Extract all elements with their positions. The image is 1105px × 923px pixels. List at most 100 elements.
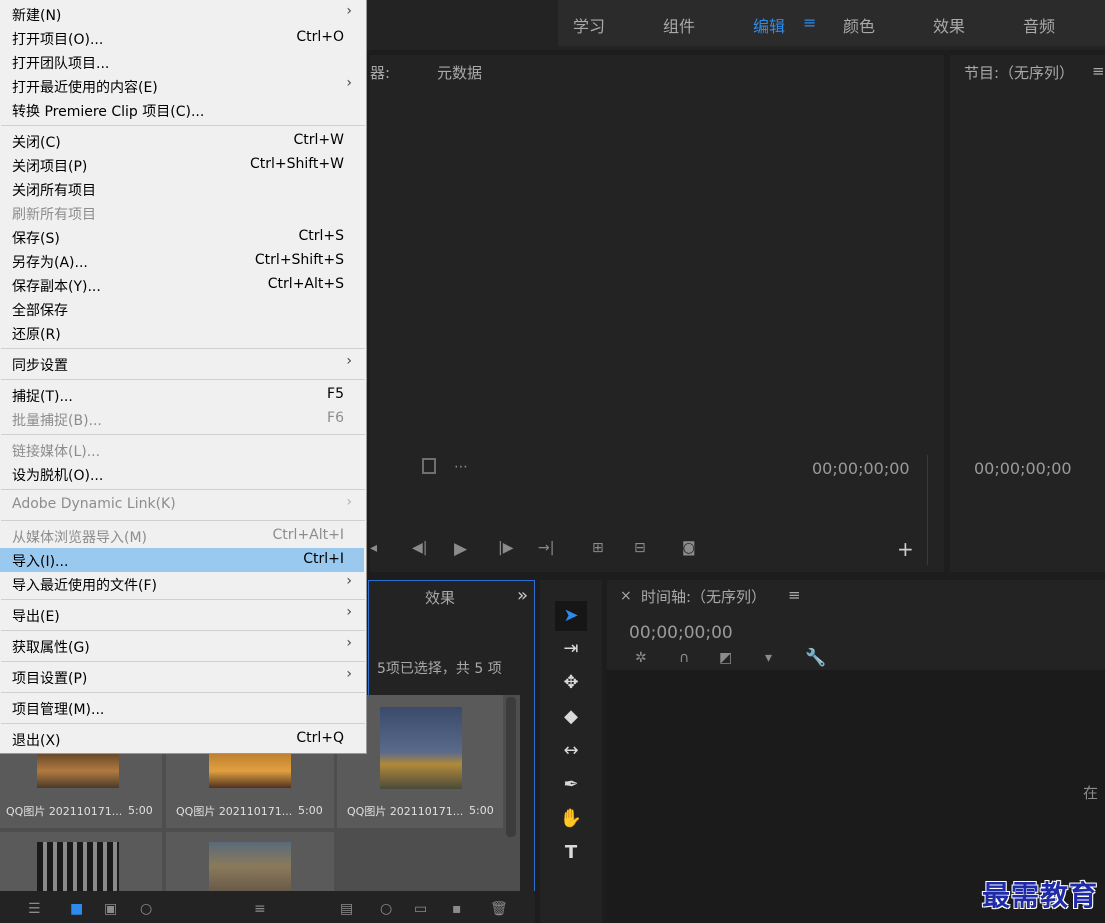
go-to-out-icon[interactable]: →|	[538, 540, 554, 556]
list-item[interactable]: QQ图片 202110171... 5:00	[0, 754, 162, 828]
menu-item-open-recent[interactable]: 打开最近使用的内容(E) ›	[0, 74, 364, 98]
menu-item-revert[interactable]: 还原(R)	[0, 321, 364, 345]
menu-item-refresh-all-projects[interactable]: 刷新所有项目	[0, 201, 364, 225]
nest-icon[interactable]: ✲	[635, 650, 647, 666]
menu-item-open-team-project[interactable]: 打开团队项目...	[0, 50, 364, 74]
linked-selection-icon[interactable]: ◩	[719, 650, 732, 666]
list-item[interactable]: QQ图片 202110171... 5:00	[166, 754, 334, 828]
workspace-tab-color[interactable]: 颜色	[843, 13, 875, 37]
new-bin-icon[interactable]: ▭	[414, 901, 427, 917]
list-item[interactable]	[166, 832, 334, 891]
menu-item-exit[interactable]: 退出(X) Ctrl+Q	[0, 727, 364, 751]
workspace-tab-audio[interactable]: 音频	[1023, 13, 1055, 37]
add-marker-icon[interactable]: ▾	[765, 650, 772, 666]
ripple-edit-tool-icon[interactable]: ✥	[555, 668, 587, 698]
workspace-tab-effects[interactable]: 效果	[933, 13, 965, 37]
menu-item-sync-settings[interactable]: 同步设置 ›	[0, 352, 364, 376]
menu-item-get-properties[interactable]: 获取属性(G) ›	[0, 634, 364, 658]
chevron-right-icon: ›	[346, 635, 352, 651]
overwrite-icon[interactable]: ⊟	[634, 540, 646, 556]
chevron-right-icon: ›	[346, 666, 352, 682]
menu-item-batch-capture[interactable]: 批量捕捉(B)... F6	[0, 407, 364, 431]
snap-magnet-icon[interactable]: ∩	[679, 650, 689, 666]
program-monitor-panel: 节目:（无序列） ≡ 00;00;00;00	[950, 55, 1105, 572]
sort-icon[interactable]: ≡	[254, 901, 266, 917]
new-item-icon[interactable]: ▪	[452, 901, 462, 917]
menu-item-save-all[interactable]: 全部保存	[0, 297, 364, 321]
tab-metadata[interactable]: 元数据	[437, 62, 482, 83]
program-panel-title[interactable]: 节目:（无序列）	[964, 62, 1074, 83]
menu-item-dynamic-link[interactable]: Adobe Dynamic Link(K) ›	[0, 493, 364, 517]
source-monitor-panel: 器: 元数据 ⋯ 00;00;00;00 ◂ ◀| ▶ |▶ →| ⊞ ⊟ ◙ …	[370, 55, 944, 572]
source-panel-title[interactable]: 器:	[370, 62, 390, 83]
menu-separator	[1, 379, 365, 380]
item-name: QQ图片 202110171...	[176, 805, 293, 818]
menu-separator	[1, 520, 365, 521]
thumbnail	[37, 754, 119, 788]
menu-item-close-project[interactable]: 关闭项目(P) Ctrl+Shift+W	[0, 153, 364, 177]
audio-waveform-icon[interactable]: ⋯	[454, 459, 468, 475]
menu-item-import-from-media-browser[interactable]: 从媒体浏览器导入(M) Ctrl+Alt+I	[0, 524, 364, 548]
tab-effects[interactable]: 效果	[425, 587, 455, 608]
item-duration: 5:00	[298, 804, 323, 817]
menu-item-save[interactable]: 保存(S) Ctrl+S	[0, 225, 364, 249]
find-icon[interactable]: ○	[380, 901, 392, 917]
selection-status: 5项已选择，共 5 项	[377, 661, 502, 677]
menu-item-capture[interactable]: 捕捉(T)... F5	[0, 383, 364, 407]
step-back-icon[interactable]: ◂	[370, 540, 377, 556]
menu-item-close-all-projects[interactable]: 关闭所有项目	[0, 177, 364, 201]
slip-tool-icon[interactable]: ↔	[555, 736, 587, 766]
workspace-tab-editing[interactable]: 编辑	[753, 13, 785, 37]
add-button-icon[interactable]: +	[897, 537, 914, 561]
menu-item-import[interactable]: 导入(I)... Ctrl+I	[0, 548, 364, 572]
insert-icon[interactable]: ⊞	[592, 540, 604, 556]
play-icon[interactable]: ▶	[454, 539, 467, 559]
menu-item-make-offline[interactable]: 设为脱机(O)...	[0, 462, 364, 486]
menu-item-close[interactable]: 关闭(C) Ctrl+W	[0, 129, 364, 153]
step-forward-one-frame-icon[interactable]: |▶	[498, 540, 513, 556]
menu-item-convert-premiere-clip[interactable]: 转换 Premiere Clip 项目(C)...	[0, 98, 364, 122]
timeline-timecode[interactable]: 00;00;00;00	[629, 623, 733, 643]
trash-icon[interactable]: 🗑	[490, 901, 508, 917]
wrench-icon[interactable]: 🔧	[805, 648, 826, 668]
hand-tool-icon[interactable]: ✋	[555, 804, 587, 834]
watermark-logo: 最需教育	[982, 879, 1099, 912]
menu-item-link-media[interactable]: 链接媒体(L)...	[0, 438, 364, 462]
camera-icon[interactable]: ◙	[682, 540, 696, 556]
close-icon[interactable]: ×	[620, 588, 632, 604]
menu-item-new[interactable]: 新建(N) ›	[0, 2, 364, 26]
pen-tool-icon[interactable]: ✒	[555, 770, 587, 800]
selection-tool-icon[interactable]: ➤	[555, 601, 587, 631]
menu-item-open-project[interactable]: 打开项目(O)... Ctrl+O	[0, 26, 364, 50]
menu-item-project-manager[interactable]: 项目管理(M)...	[0, 696, 364, 720]
automate-icon[interactable]: ▤	[340, 901, 353, 917]
menu-item-save-as[interactable]: 另存为(A)... Ctrl+Shift+S	[0, 249, 364, 273]
menu-item-project-settings[interactable]: 项目设置(P) ›	[0, 665, 364, 689]
menu-item-export[interactable]: 导出(E) ›	[0, 603, 364, 627]
menu-item-save-copy[interactable]: 保存副本(Y)... Ctrl+Alt+S	[0, 273, 364, 297]
workspace-tab-assembly[interactable]: 组件	[663, 13, 695, 37]
track-select-tool-icon[interactable]: ⇥	[555, 634, 587, 664]
scrollbar[interactable]	[506, 697, 516, 837]
source-timecode: 00;00;00;00	[812, 459, 910, 478]
menu-item-import-recent[interactable]: 导入最近使用的文件(F) ›	[0, 572, 364, 596]
more-panels-icon[interactable]: »	[517, 585, 528, 606]
razor-tool-icon[interactable]: ◆	[555, 702, 587, 732]
list-view-icon[interactable]: ☰	[28, 901, 41, 917]
freeform-view-icon[interactable]: ▣	[104, 901, 117, 917]
program-menu-icon[interactable]: ≡	[1092, 62, 1105, 80]
menu-separator	[1, 661, 365, 662]
thumbnail	[380, 707, 462, 789]
timeline-menu-icon[interactable]: ≡	[788, 586, 801, 604]
chevron-right-icon: ›	[346, 3, 352, 19]
timeline-title[interactable]: 时间轴:（无序列）	[641, 586, 766, 607]
list-item[interactable]	[0, 832, 162, 891]
step-back-one-frame-icon[interactable]: ◀|	[412, 540, 427, 556]
menu-separator	[1, 630, 365, 631]
workspace-menu-icon[interactable]: ≡	[803, 13, 816, 32]
icon-view-icon[interactable]: ■	[70, 901, 83, 917]
type-tool-icon[interactable]: T	[555, 838, 587, 868]
workspace-tab-learn[interactable]: 学习	[573, 13, 605, 37]
film-strip-icon[interactable]	[422, 458, 436, 474]
zoom-icon[interactable]: ○	[140, 901, 152, 917]
